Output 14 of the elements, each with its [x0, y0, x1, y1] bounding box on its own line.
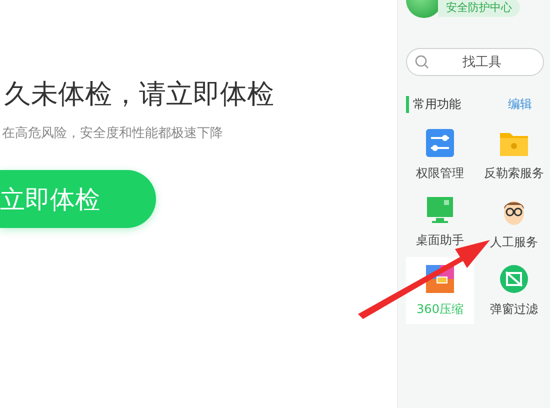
tool-item[interactable]: 桌面助手	[406, 188, 474, 257]
popup-filter-icon	[500, 265, 528, 293]
search-icon	[415, 55, 429, 69]
tool-item[interactable]: 反勒索服务	[480, 121, 548, 188]
search-input[interactable]: 找工具	[435, 54, 529, 70]
tool-item[interactable]: 弹窗过滤	[480, 257, 548, 324]
section-title: 常用功能	[406, 96, 461, 113]
sliders-icon	[426, 129, 454, 157]
subtitle: 在高危风险，安全度和性能都极速下降	[2, 125, 224, 142]
headline: 久未体检，请立即体检	[4, 78, 275, 112]
tool-item[interactable]: 人工服务	[480, 188, 548, 257]
monitor-icon	[426, 196, 454, 224]
tool-item[interactable]: 权限管理	[406, 121, 474, 188]
search-field[interactable]: 找工具	[406, 48, 544, 76]
